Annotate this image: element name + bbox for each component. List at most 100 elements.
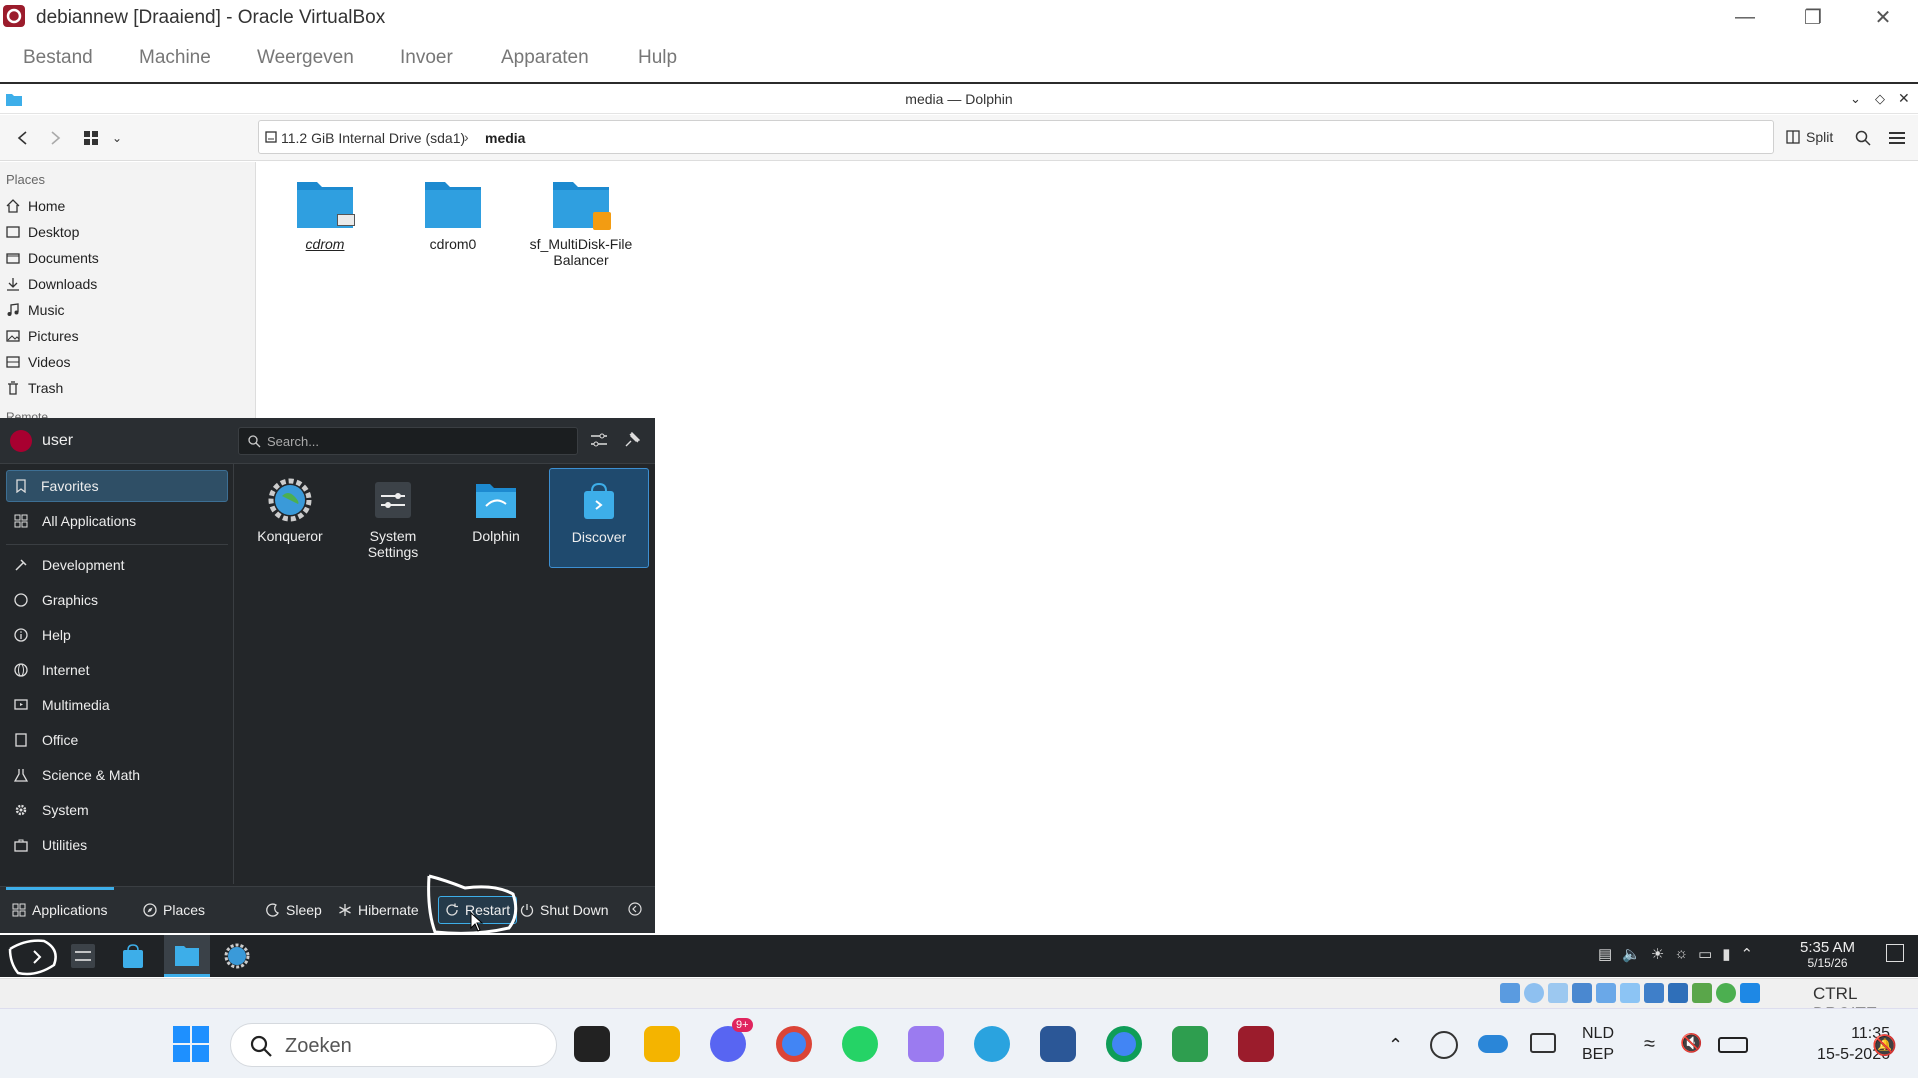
chevron-down-icon[interactable]: ⌄ [1850, 91, 1861, 107]
hamburger-menu-icon[interactable] [1886, 127, 1908, 149]
app-discover[interactable]: Discover [549, 468, 649, 568]
menu-bestand[interactable]: Bestand [23, 47, 93, 69]
volume-muted-icon[interactable]: 🔇 [1680, 1033, 1702, 1054]
battery-icon[interactable]: ▮ [1722, 945, 1730, 967]
sync-icon[interactable] [1430, 1031, 1458, 1059]
taskbar-discover[interactable] [120, 943, 146, 969]
breadcrumb-drive[interactable]: 11.2 GiB Internal Drive (sda1) [281, 130, 465, 146]
minimize-button[interactable]: — [1714, 0, 1776, 34]
places-item-downloads[interactable]: Downloads [6, 273, 97, 295]
cpu-icon[interactable] [1692, 983, 1712, 1003]
category-office[interactable]: Office [6, 724, 228, 756]
app-dolphin[interactable]: Dolphin [446, 468, 546, 568]
discord-icon[interactable]: 9+ [710, 1018, 753, 1062]
category-system[interactable]: System [6, 794, 228, 826]
category-multimedia[interactable]: Multimedia [6, 689, 228, 721]
battery-icon[interactable] [1718, 1037, 1748, 1053]
hdd-icon[interactable] [1500, 983, 1520, 1003]
kde-clock[interactable]: 5:35 AM 5/15/26 [1800, 939, 1855, 970]
notification-bell-icon[interactable]: 🔕 [1872, 1033, 1897, 1058]
virtualbox-icon[interactable] [1238, 1026, 1274, 1062]
windows-search-box[interactable]: Zoeken [230, 1023, 557, 1067]
folder-cdrom0[interactable]: cdrom0 [408, 176, 498, 252]
menu-hulp[interactable]: Hulp [638, 47, 677, 69]
volume-icon[interactable]: 🔈 [1622, 945, 1641, 967]
tab-places[interactable]: Places [143, 902, 205, 918]
windows-start-button[interactable] [172, 1025, 210, 1063]
taskbar-dolphin[interactable] [164, 935, 210, 977]
category-science-math[interactable]: Science & Math [6, 759, 228, 791]
folder-cdrom[interactable]: cdrom [280, 176, 370, 252]
word-icon[interactable] [1040, 1026, 1076, 1062]
category-graphics[interactable]: Graphics [6, 584, 228, 616]
places-item-music[interactable]: Music [6, 299, 65, 321]
restore-button[interactable]: ❐ [1782, 0, 1844, 34]
launcher-search-input[interactable]: Search... [238, 427, 578, 455]
places-item-documents[interactable]: Documents [6, 247, 99, 269]
brightness-icon[interactable]: ☀ [1651, 945, 1664, 967]
category-all-applications[interactable]: All Applications [6, 505, 228, 537]
category-internet[interactable]: Internet [6, 654, 228, 686]
close-button[interactable]: ✕ [1852, 0, 1914, 34]
dolphin-close-icon[interactable]: ✕ [1898, 90, 1910, 107]
whatsapp-icon[interactable] [842, 1026, 878, 1062]
more-power-options-button[interactable] [628, 902, 648, 916]
menu-apparaten[interactable]: Apparaten [501, 47, 589, 69]
debian-avatar-icon[interactable] [10, 430, 32, 452]
view-mode-dropdown-icon[interactable]: ⌄ [106, 127, 128, 149]
chrome-profile-icon[interactable] [1106, 1026, 1142, 1062]
onedrive-cloud-icon[interactable] [1478, 1035, 1508, 1053]
audio-icon[interactable] [1548, 983, 1568, 1003]
keyboard-capture-icon[interactable] [1740, 983, 1760, 1003]
show-desktop-icon[interactable] [1886, 944, 1904, 962]
launcher-button[interactable] [6, 937, 64, 977]
usb-icon[interactable] [1596, 983, 1616, 1003]
language-indicator[interactable]: NLD BEP [1582, 1023, 1614, 1065]
view-mode-icon[interactable] [80, 127, 102, 149]
display-icon[interactable] [1644, 983, 1664, 1003]
tab-applications[interactable]: Applications [12, 902, 108, 918]
shutdown-button[interactable]: Shut Down [520, 902, 608, 918]
network-icon[interactable]: ☼ [1674, 945, 1688, 967]
mouse-integration-icon[interactable] [1716, 983, 1736, 1003]
sleep-button[interactable]: Sleep [266, 902, 322, 918]
menu-weergeven[interactable]: Weergeven [257, 47, 354, 69]
keyboard-icon[interactable] [1530, 1033, 1556, 1053]
optical-disk-icon[interactable] [1524, 983, 1544, 1003]
forward-arrow-icon[interactable] [44, 127, 66, 149]
app-konqueror[interactable]: Konqueror [240, 468, 340, 568]
keep-above-icon[interactable]: ◇ [1875, 91, 1885, 107]
pin-icon[interactable] [624, 432, 640, 448]
shared-folders-icon[interactable] [1620, 983, 1640, 1003]
chrome-icon[interactable] [776, 1026, 812, 1062]
task-view-icon[interactable] [574, 1026, 610, 1062]
taskbar-system-settings[interactable] [70, 943, 96, 969]
places-item-videos[interactable]: Videos [6, 351, 71, 373]
back-arrow-icon[interactable] [12, 127, 34, 149]
telegram-icon[interactable] [974, 1026, 1010, 1062]
tray-expand-icon[interactable]: ⌃ [1741, 945, 1754, 967]
network-adapter-icon[interactable] [1572, 983, 1592, 1003]
app-system-settings[interactable]: System Settings [343, 468, 443, 568]
menu-invoer[interactable]: Invoer [400, 47, 453, 69]
hibernate-button[interactable]: Hibernate [338, 902, 419, 918]
places-item-trash[interactable]: Trash [6, 377, 63, 399]
folder-sf-multidisk[interactable]: sf_MultiDisk-File Balancer [526, 176, 636, 268]
menu-machine[interactable]: Machine [139, 47, 211, 69]
wifi-icon[interactable]: ≈ [1644, 1033, 1655, 1056]
display-icon[interactable]: ▭ [1698, 945, 1712, 967]
location-breadcrumb[interactable]: 11.2 GiB Internal Drive (sda1) › media [258, 120, 1774, 154]
file-explorer-icon[interactable] [644, 1026, 680, 1062]
places-item-pictures[interactable]: Pictures [6, 325, 79, 347]
settings-sliders-icon[interactable] [590, 432, 608, 448]
show-hidden-icons-icon[interactable]: ⌃ [1388, 1035, 1403, 1056]
places-item-home[interactable]: Home [6, 195, 65, 217]
category-help[interactable]: Help [6, 619, 228, 651]
category-favorites[interactable]: Favorites [6, 470, 228, 502]
recording-icon[interactable] [1668, 983, 1688, 1003]
taskbar-konqueror[interactable] [224, 943, 250, 969]
proton-vpn-icon[interactable] [908, 1026, 944, 1062]
clipboard-icon[interactable]: ▤ [1598, 945, 1612, 967]
places-item-desktop[interactable]: Desktop [6, 221, 79, 243]
category-utilities[interactable]: Utilities [6, 829, 228, 861]
